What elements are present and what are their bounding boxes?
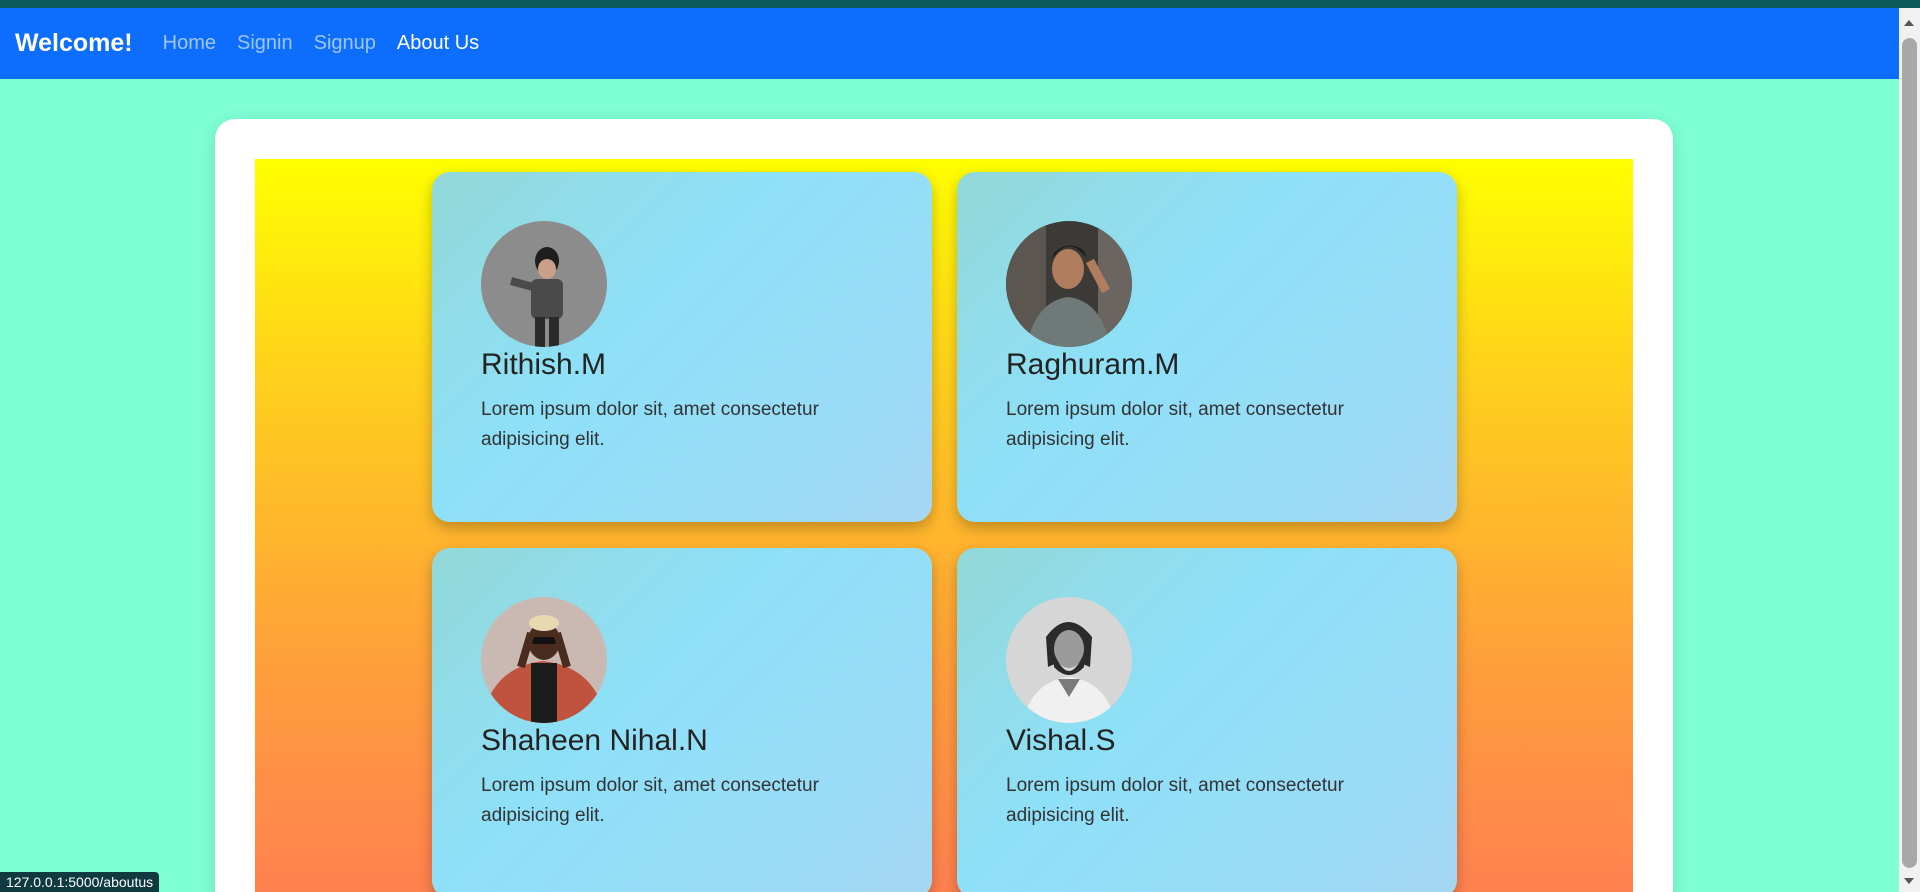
avatar-photo-icon	[481, 597, 607, 723]
team-member-card: Shaheen Nihal.N Lorem ipsum dolor sit, a…	[432, 548, 932, 892]
scroll-up-arrow-icon[interactable]	[1904, 20, 1914, 26]
avatar-photo-icon	[481, 221, 607, 347]
member-name: Raghuram.M	[1006, 348, 1180, 381]
scroll-thumb[interactable]	[1902, 38, 1917, 868]
nav-link-signin[interactable]: Signin	[237, 32, 293, 55]
nav-link-about-us[interactable]: About Us	[397, 32, 479, 55]
avatar-photo-icon	[1006, 221, 1132, 347]
status-bar-url: 127.0.0.1:5000/aboutus	[0, 872, 160, 892]
browser-top-strip	[0, 0, 1920, 8]
nav-link-home[interactable]: Home	[163, 32, 216, 55]
avatar	[1006, 597, 1132, 723]
member-name: Rithish.M	[481, 348, 607, 381]
member-description: Lorem ipsum dolor sit, amet consectetur …	[481, 399, 819, 450]
member-name: Vishal.S	[1006, 724, 1116, 757]
navbar: Welcome! Home Signin Signup About Us	[0, 8, 1899, 79]
nav-link-signup[interactable]: Signup	[314, 32, 376, 55]
avatar-photo-icon	[1006, 597, 1132, 723]
avatar	[481, 221, 607, 347]
member-name: Shaheen Nihal.N	[481, 724, 708, 757]
member-description: Lorem ipsum dolor sit, amet consectetur …	[1006, 399, 1344, 450]
member-description: Lorem ipsum dolor sit, amet consectetur …	[481, 775, 819, 826]
team-member-card: Rithish.M Lorem ipsum dolor sit, amet co…	[432, 172, 932, 522]
vertical-scrollbar[interactable]	[1899, 8, 1920, 892]
team-member-card: Raghuram.M Lorem ipsum dolor sit, amet c…	[957, 172, 1457, 522]
navbar-brand[interactable]: Welcome!	[15, 29, 133, 58]
team-member-card: Vishal.S Lorem ipsum dolor sit, amet con…	[957, 548, 1457, 892]
avatar	[1006, 221, 1132, 347]
scroll-down-arrow-icon[interactable]	[1904, 878, 1914, 884]
member-description: Lorem ipsum dolor sit, amet consectetur …	[1006, 775, 1344, 826]
avatar	[481, 597, 607, 723]
